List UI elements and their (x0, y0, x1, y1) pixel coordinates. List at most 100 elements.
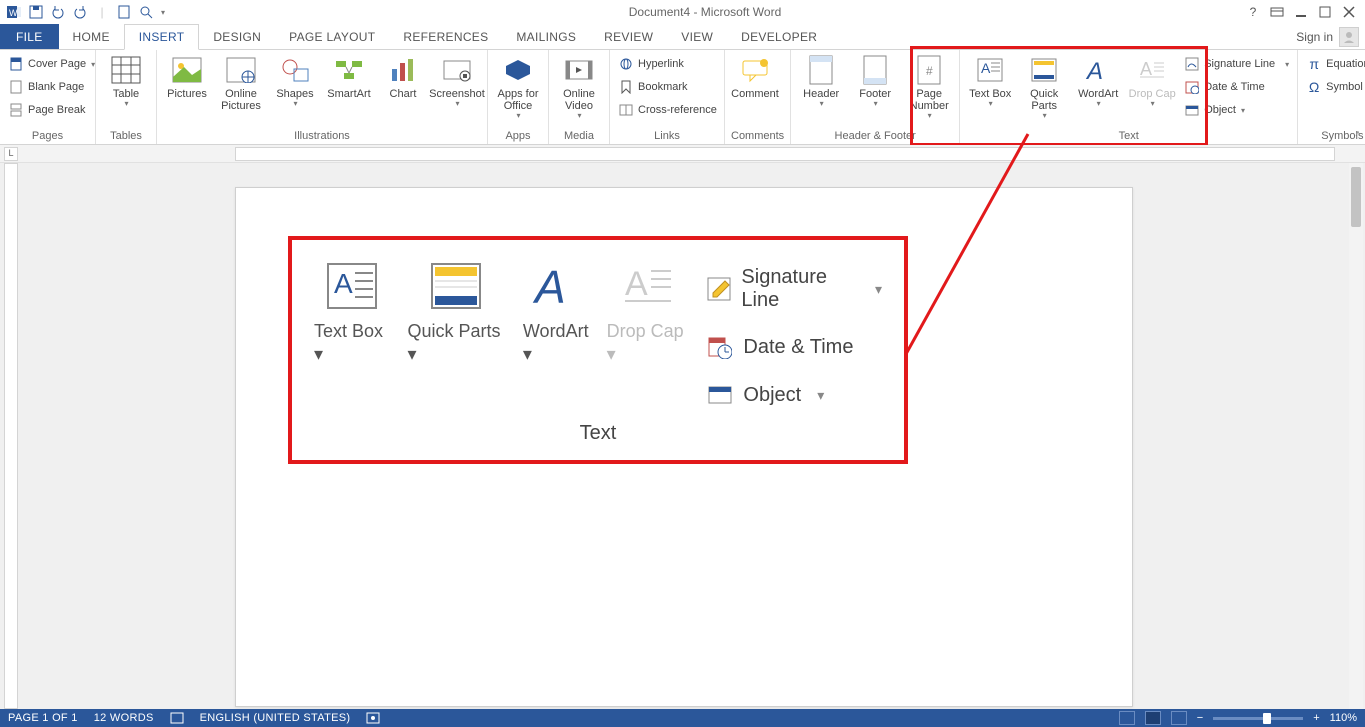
tab-file[interactable]: FILE (0, 24, 59, 49)
zoom-in-button[interactable]: + (1313, 712, 1319, 724)
svg-text:A: A (981, 60, 991, 76)
status-proofing-icon[interactable] (170, 712, 184, 724)
blank-page-button[interactable]: Blank Page (6, 77, 97, 97)
save-icon[interactable] (28, 4, 44, 20)
date-time-icon (707, 334, 733, 360)
group-pages: Cover Page▾ Blank Page Page Break Pages (0, 50, 96, 144)
group-pages-label: Pages (6, 128, 89, 142)
help-icon[interactable]: ? (1245, 4, 1261, 20)
group-text-label: Text (966, 128, 1291, 142)
vertical-ruler[interactable] (4, 163, 18, 709)
tab-home[interactable]: HOME (59, 24, 124, 49)
status-macro-icon[interactable] (366, 712, 380, 724)
cover-page-button[interactable]: Cover Page▾ (6, 54, 97, 74)
zoom-level[interactable]: 110% (1330, 712, 1357, 724)
text-box-button[interactable]: AText Box▾ (966, 54, 1014, 109)
read-mode-button[interactable] (1119, 711, 1135, 725)
signature-line-button[interactable]: Signature Line ▾ (1182, 54, 1291, 74)
zoom-slider[interactable] (1213, 717, 1303, 720)
vertical-scrollbar[interactable] (1349, 163, 1363, 709)
apps-button[interactable]: Apps for Office▾ (494, 54, 542, 121)
window-controls: ? (1245, 4, 1365, 20)
page-number-button[interactable]: #Page Number▾ (905, 54, 953, 121)
signature-icon (707, 276, 731, 302)
status-page[interactable]: PAGE 1 OF 1 (8, 712, 78, 724)
tab-page-layout[interactable]: PAGE LAYOUT (275, 24, 389, 49)
sign-in-label: Sign in (1296, 30, 1333, 44)
zoom-out-button[interactable]: − (1197, 712, 1203, 724)
chart-button[interactable]: Chart (379, 54, 427, 100)
tab-design[interactable]: DESIGN (199, 24, 275, 49)
symbol-button[interactable]: ΩSymbol ▾ (1304, 77, 1365, 97)
smartart-button[interactable]: SmartArt (325, 54, 373, 100)
redo-icon[interactable] (72, 4, 88, 20)
new-icon[interactable] (116, 4, 132, 20)
print-preview-icon[interactable] (138, 4, 154, 20)
minimize-icon[interactable] (1293, 4, 1309, 20)
zoom-quick-parts: Quick Parts ▾ (408, 258, 505, 365)
online-pictures-button[interactable]: Online Pictures (217, 54, 265, 112)
cross-reference-button[interactable]: Cross-reference (616, 100, 719, 120)
footer-button[interactable]: Footer▾ (851, 54, 899, 109)
status-bar: PAGE 1 OF 1 12 WORDS ENGLISH (UNITED STA… (0, 709, 1365, 727)
object-icon (707, 382, 733, 408)
shapes-button[interactable]: Shapes▾ (271, 54, 319, 109)
zoom-group-label: Text (314, 412, 882, 445)
svg-text:#: # (926, 64, 933, 78)
date-time-button[interactable]: Date & Time (1182, 77, 1291, 97)
tab-review[interactable]: REVIEW (590, 24, 667, 49)
pictures-button[interactable]: Pictures (163, 54, 211, 100)
header-button[interactable]: Header▾ (797, 54, 845, 109)
svg-text:A: A (625, 265, 648, 303)
web-layout-button[interactable] (1171, 711, 1187, 725)
bookmark-button[interactable]: Bookmark (616, 77, 719, 97)
table-button[interactable]: Table▾ (102, 54, 150, 109)
equation-button[interactable]: πEquation ▾ (1304, 54, 1365, 74)
online-pictures-icon (225, 54, 257, 86)
group-apps: Apps for Office▾ Apps (488, 50, 549, 144)
quick-access-toolbar: W | ▾ (0, 4, 165, 20)
horizontal-ruler[interactable] (235, 147, 1335, 161)
tab-view[interactable]: VIEW (667, 24, 727, 49)
bookmark-icon (618, 79, 634, 95)
avatar-icon (1339, 27, 1359, 47)
maximize-icon[interactable] (1317, 4, 1333, 20)
wordart-button[interactable]: AWordArt▾ (1074, 54, 1122, 109)
zoom-object: Object ▾ (707, 378, 882, 412)
text-box-icon: A (324, 258, 380, 314)
ribbon-display-icon[interactable] (1269, 4, 1285, 20)
close-icon[interactable] (1341, 4, 1357, 20)
group-media: Online Video▾ Media (549, 50, 610, 144)
page-break-icon (8, 102, 24, 118)
quick-parts-button[interactable]: Quick Parts▾ (1020, 54, 1068, 121)
screenshot-button[interactable]: Screenshot▾ (433, 54, 481, 109)
zoom-slider-knob[interactable] (1263, 713, 1271, 724)
qat-sep-icon: | (94, 4, 110, 20)
collapse-ribbon-icon[interactable]: ˄ (1355, 129, 1361, 140)
hyperlink-button[interactable]: Hyperlink (616, 54, 719, 74)
window-title: Document4 - Microsoft Word (165, 5, 1245, 19)
status-language[interactable]: ENGLISH (UNITED STATES) (200, 712, 351, 724)
tab-insert[interactable]: INSERT (124, 24, 200, 50)
comment-button[interactable]: Comment (731, 54, 779, 100)
tab-references[interactable]: REFERENCES (389, 24, 502, 49)
object-button[interactable]: Object ▾ (1182, 100, 1291, 120)
word-icon: W (6, 4, 22, 20)
tab-mailings[interactable]: MAILINGS (502, 24, 590, 49)
status-word-count[interactable]: 12 WORDS (94, 712, 154, 724)
group-links: Hyperlink Bookmark Cross-reference Links (610, 50, 725, 144)
drop-cap-button[interactable]: ADrop Cap▾ (1128, 54, 1176, 109)
page-break-button[interactable]: Page Break (6, 100, 97, 120)
scrollbar-thumb[interactable] (1351, 167, 1361, 227)
zoom-wordart: A WordArt▾ (523, 258, 589, 365)
chart-icon (387, 54, 419, 86)
sign-in[interactable]: Sign in (1296, 24, 1365, 49)
tab-developer[interactable]: DEVELOPER (727, 24, 831, 49)
svg-text:A: A (532, 261, 566, 311)
blank-page-icon (8, 79, 24, 95)
undo-icon[interactable] (50, 4, 66, 20)
ruler-bar: L (0, 145, 1365, 163)
print-layout-button[interactable] (1145, 711, 1161, 725)
group-header-footer: Header▾ Footer▾ #Page Number▾ Header & F… (791, 50, 960, 144)
online-video-button[interactable]: Online Video▾ (555, 54, 603, 121)
